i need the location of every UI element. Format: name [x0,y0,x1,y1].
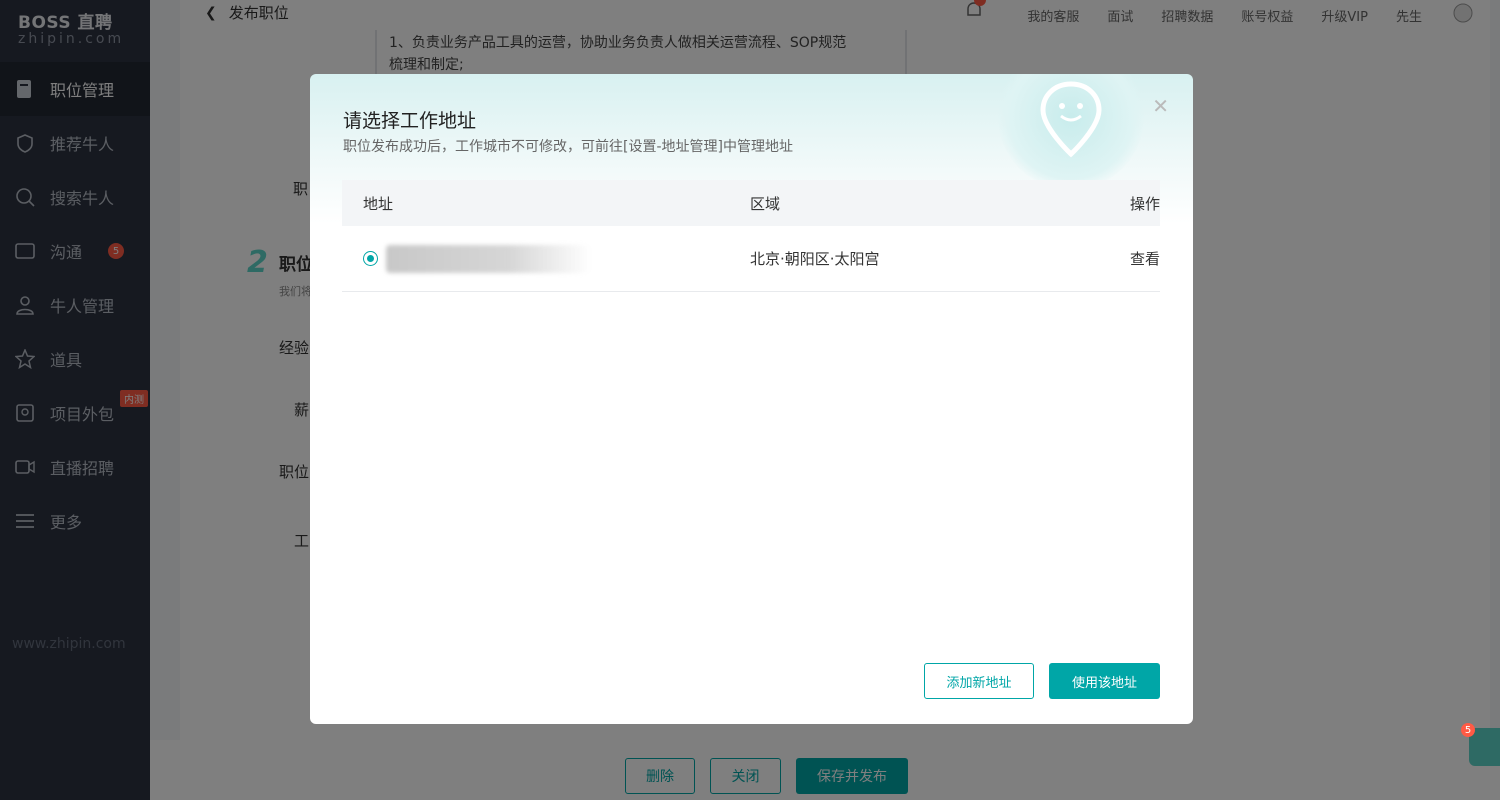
column-header-action: 操作 [1129,194,1160,213]
add-address-button[interactable]: 添加新地址 [924,663,1034,699]
blurred-address [386,244,591,273]
address-cell [342,244,728,273]
close-icon[interactable]: ✕ [1152,94,1169,118]
modal-title: 请选择工作地址 [343,110,477,132]
table-row[interactable]: 北京·朝阳区·太阳宫 查看 [342,226,1160,292]
mascot-icon [998,74,1144,190]
column-header-region: 区域 [750,194,781,213]
radio-dot [367,255,374,262]
modal-subtitle: 职位发布成功后，工作城市不可修改，可前往[设置-地址管理]中管理地址 [343,139,793,155]
address-radio[interactable] [363,251,378,266]
chat-float-badge: 5 [1461,723,1475,737]
column-header-address: 地址 [363,194,394,213]
table-header: 地址 区域 操作 [342,180,1160,226]
pointer-arrow-icon [977,556,1121,641]
view-link[interactable]: 查看 [1048,248,1160,269]
region-cell: 北京·朝阳区·太阳宫 [750,250,880,268]
address-table: 地址 区域 操作 北京·朝阳区·太阳宫 查看 [342,180,1160,292]
highlight-frame: 添加新地址 [915,651,1043,711]
use-address-button[interactable]: 使用该地址 [1049,663,1160,699]
